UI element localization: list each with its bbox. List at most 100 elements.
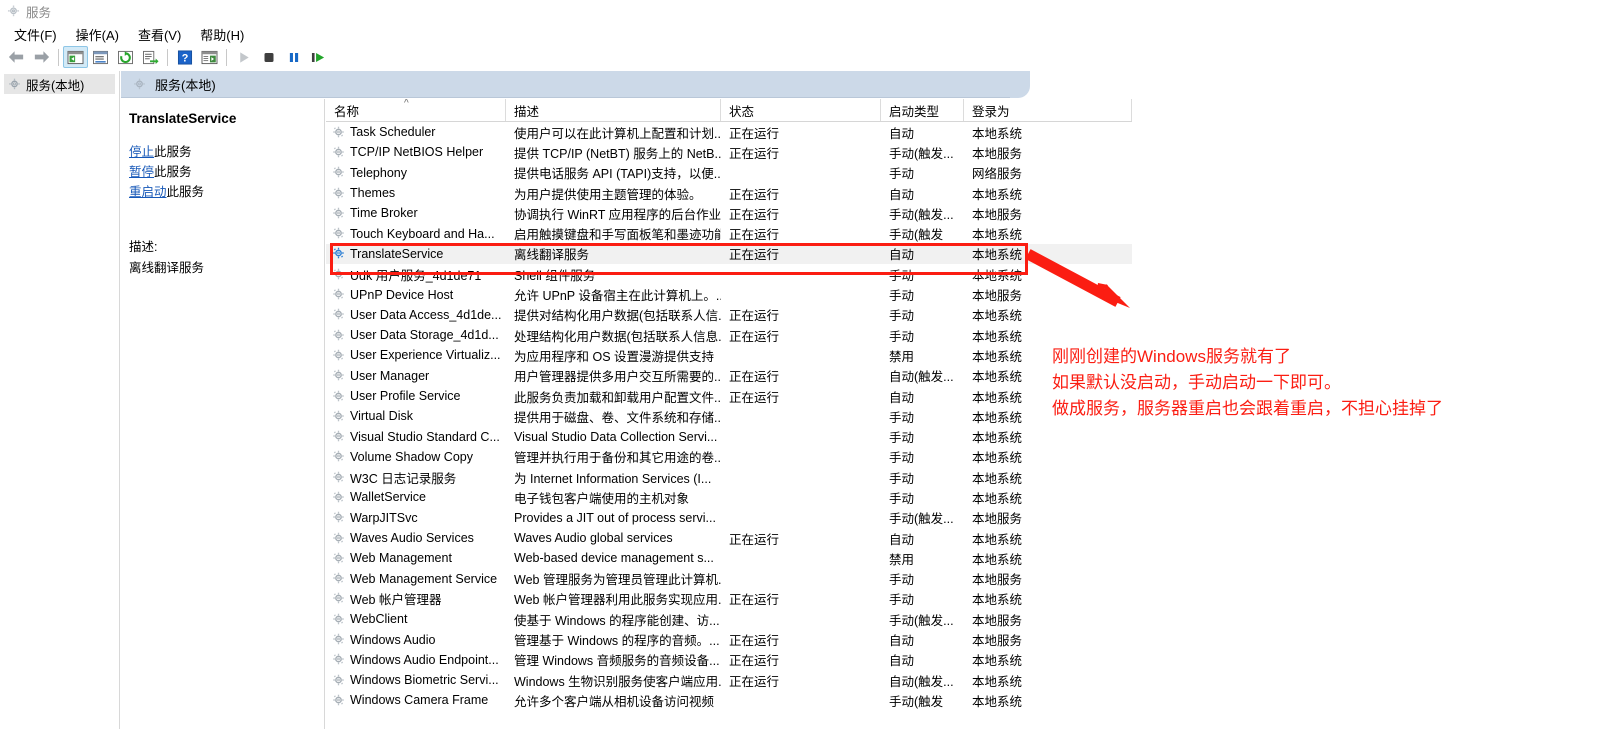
table-row[interactable]: Windows Audio 管理基于 Windows 的程序的音频。... 正在运行… bbox=[326, 629, 1132, 649]
main-body: 服务(本地) 服务(本地) TranslateService 停止此服务 暂停此… bbox=[0, 71, 1610, 729]
service-name-label: Web Management bbox=[350, 551, 452, 566]
title-bar: 服务 bbox=[0, 0, 1610, 22]
service-name-label: User Manager bbox=[350, 368, 430, 383]
cell-status: 正在运行 bbox=[729, 228, 780, 243]
cell-description: 电子钱包客户端使用的主机对象 bbox=[514, 491, 690, 506]
cell-startup-type: 禁用 bbox=[889, 349, 915, 364]
menu-help[interactable]: 帮助(H) bbox=[192, 23, 255, 46]
table-row[interactable]: Web 帐户管理器 Web 帐户管理器利用此服务实现应用... 正在运行 手动 本地系统 bbox=[326, 589, 1132, 609]
table-row[interactable]: UPnP Device Host 允许 UPnP 设备宿主在此计算机上。... 手动… bbox=[326, 284, 1132, 304]
back-button[interactable] bbox=[4, 46, 29, 68]
header-notch bbox=[1010, 71, 1030, 98]
menu-file[interactable]: 文件(F) bbox=[6, 23, 68, 46]
table-row[interactable]: WarpJITSvc Provides a JIT out of process … bbox=[326, 508, 1132, 528]
table-row[interactable]: TCP/IP NetBIOS Helper 提供 TCP/IP (NetBT) 服… bbox=[326, 142, 1132, 162]
table-row[interactable]: Udk 用户服务_4d1de71 Shell 组件服务 手动 本地系统 bbox=[326, 264, 1132, 284]
service-gear-icon bbox=[332, 410, 345, 423]
cell-service-name: Udk 用户服务_4d1de71 bbox=[326, 265, 506, 284]
cell-log-on-as: 本地系统 bbox=[972, 593, 1023, 608]
list-header-row: 名称 ^ 描述 状态 启动类型 登录为 bbox=[326, 99, 1132, 122]
column-header-log-on-as[interactable]: 登录为 bbox=[964, 99, 1132, 121]
cell-startup-type: 手动 bbox=[889, 471, 915, 486]
table-row[interactable]: Volume Shadow Copy 管理并执行用于备份和其它用途的卷... 手动 本… bbox=[326, 447, 1132, 467]
column-header-description[interactable]: 描述 bbox=[506, 99, 721, 121]
cell-status: 正在运行 bbox=[729, 329, 780, 344]
service-gear-icon bbox=[332, 126, 345, 139]
service-gear-icon bbox=[332, 369, 345, 382]
cell-status: 正在运行 bbox=[729, 370, 780, 385]
table-row[interactable]: User Experience Virtualiz... 为应用程序和 OS 设置… bbox=[326, 345, 1132, 365]
table-row[interactable]: Time Broker 协调执行 WinRT 应用程序的后台作业... 正在运行 手动… bbox=[326, 203, 1132, 223]
cell-startup-type: 自动 bbox=[889, 126, 915, 141]
start-service-button[interactable] bbox=[231, 46, 256, 68]
table-row[interactable]: Task Scheduler 使用户可以在此计算机上配置和计划... 正在运行 自动 本… bbox=[326, 122, 1132, 142]
restart-service-button[interactable] bbox=[306, 46, 331, 68]
content-pane: 服务(本地) TranslateService 停止此服务 暂停此服务 重启动此… bbox=[121, 71, 1610, 729]
service-name-label: UPnP Device Host bbox=[350, 287, 454, 302]
service-gear-icon bbox=[332, 247, 345, 260]
stop-service-button[interactable] bbox=[256, 46, 281, 68]
cell-log-on-as: 本地系统 bbox=[972, 471, 1023, 486]
service-gear-icon bbox=[332, 674, 345, 687]
forward-button[interactable] bbox=[29, 46, 54, 68]
properties-button[interactable] bbox=[88, 46, 113, 68]
table-row[interactable]: Web Management Web-based device managemen… bbox=[326, 548, 1132, 568]
cell-status: 正在运行 bbox=[729, 674, 780, 689]
service-name-label: Windows Audio bbox=[350, 632, 436, 647]
cell-log-on-as: 本地服务 bbox=[972, 289, 1023, 304]
pause-service-link[interactable]: 暂停 bbox=[129, 165, 154, 179]
cell-description: 启用触摸键盘和手写面板笔和墨迹功能 bbox=[514, 228, 721, 243]
cell-startup-type: 手动 bbox=[889, 410, 915, 425]
window-title: 服务 bbox=[26, 5, 52, 20]
cell-service-name: TranslateService bbox=[326, 247, 506, 261]
table-row[interactable]: User Data Storage_4d1d... 处理结构化用户数据(包括联系人… bbox=[326, 325, 1132, 345]
cell-status: 正在运行 bbox=[729, 126, 780, 141]
cell-description: 允许 UPnP 设备宿主在此计算机上。... bbox=[514, 289, 721, 304]
tree-item-services-local[interactable]: 服务(本地) bbox=[4, 74, 115, 94]
column-header-status[interactable]: 状态 bbox=[721, 99, 881, 121]
service-name-label: Windows Camera Frame bbox=[350, 693, 489, 708]
export-list-button[interactable] bbox=[138, 46, 163, 68]
cell-log-on-as: 本地服务 bbox=[972, 634, 1023, 649]
table-row[interactable]: User Profile Service 此服务负责加载和卸载用户配置文件... 正… bbox=[326, 386, 1132, 406]
cell-service-name: User Data Storage_4d1d... bbox=[326, 328, 506, 342]
cell-description: Shell 组件服务 bbox=[514, 268, 596, 283]
table-row[interactable]: Visual Studio Standard C... Visual Studio… bbox=[326, 426, 1132, 446]
cell-log-on-as: 本地服务 bbox=[972, 613, 1023, 628]
show-hide-tree-button[interactable] bbox=[63, 46, 88, 68]
table-row[interactable]: Windows Biometric Servi... Windows 生物识别服务… bbox=[326, 670, 1132, 690]
service-gear-icon bbox=[332, 694, 345, 707]
cell-status: 正在运行 bbox=[729, 309, 780, 324]
column-header-startup-type[interactable]: 启动类型 bbox=[881, 99, 964, 121]
table-row[interactable]: User Manager 用户管理器提供多用户交互所需要的... 正在运行 自动(触发… bbox=[326, 366, 1132, 386]
table-row[interactable]: Telephony 提供电话服务 API (TAPI)支持，以便... 手动 网络服务 bbox=[326, 163, 1132, 183]
menu-view[interactable]: 查看(V) bbox=[130, 23, 192, 46]
table-row[interactable]: Virtual Disk 提供用于磁盘、卷、文件系统和存储... 手动 本地系统 bbox=[326, 406, 1132, 426]
cell-log-on-as: 本地系统 bbox=[972, 410, 1023, 425]
table-row[interactable]: Themes 为用户提供使用主题管理的体验。 正在运行 自动 本地系统 bbox=[326, 183, 1132, 203]
refresh-button[interactable] bbox=[113, 46, 138, 68]
view-list-button[interactable] bbox=[197, 46, 222, 68]
restart-service-link[interactable]: 重启动 bbox=[129, 185, 167, 199]
stop-service-link[interactable]: 停止 bbox=[129, 145, 154, 159]
table-row[interactable]: Windows Camera Frame 允许多个客户端从相机设备访问视频 手动(触… bbox=[326, 690, 1132, 710]
cell-description: 管理基于 Windows 的程序的音频。... bbox=[514, 634, 720, 649]
cell-service-name: Windows Camera Frame bbox=[326, 693, 506, 707]
table-row[interactable]: Web Management Service Web 管理服务为管理员管理此计算机… bbox=[326, 569, 1132, 589]
table-row[interactable]: WalletService 电子钱包客户端使用的主机对象 手动 本地系统 bbox=[326, 487, 1132, 507]
cell-service-name: Windows Audio bbox=[326, 633, 506, 647]
service-gear-icon bbox=[332, 187, 345, 200]
table-row[interactable]: Windows Audio Endpoint... 管理 Windows 音频服务… bbox=[326, 650, 1132, 670]
cell-startup-type: 自动 bbox=[889, 532, 915, 547]
table-row[interactable]: WebClient 使基于 Windows 的程序能创建、访... 手动(触发...… bbox=[326, 609, 1132, 629]
menu-action[interactable]: 操作(A) bbox=[68, 23, 130, 46]
table-row[interactable]: Touch Keyboard and Ha... 启用触摸键盘和手写面板笔和墨迹功… bbox=[326, 223, 1132, 243]
table-row[interactable]: Waves Audio Services Waves Audio global s… bbox=[326, 528, 1132, 548]
help-button[interactable]: ? bbox=[172, 46, 197, 68]
table-row[interactable]: User Data Access_4d1de... 提供对结构化用户数据(包括联系… bbox=[326, 305, 1132, 325]
table-row[interactable]: TranslateService 离线翻译服务 正在运行 自动 本地系统 bbox=[326, 243, 1132, 265]
table-row[interactable]: W3C 日志记录服务 为 Internet Information Service… bbox=[326, 467, 1132, 487]
column-header-name[interactable]: 名称 ^ bbox=[326, 99, 506, 121]
pause-service-button[interactable] bbox=[281, 46, 306, 68]
cell-description: 管理 Windows 音频服务的音频设备... bbox=[514, 654, 720, 669]
